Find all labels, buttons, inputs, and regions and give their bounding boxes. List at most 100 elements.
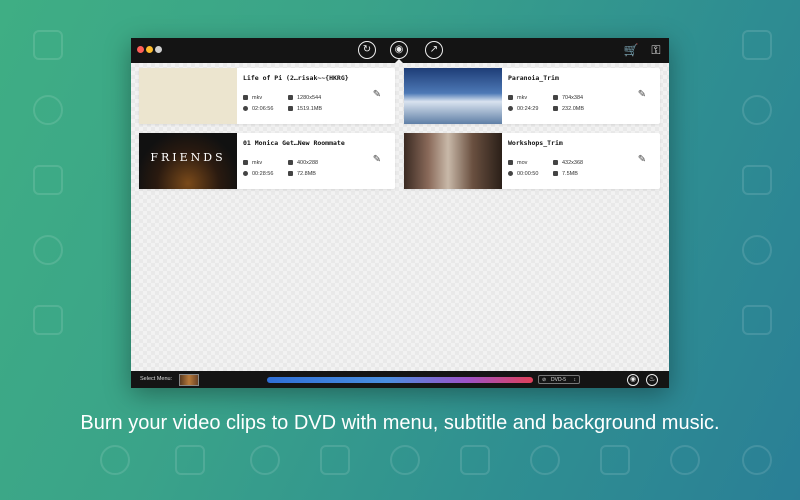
pencil-icon: ✎: [372, 89, 382, 100]
cart-button[interactable]: 🛒: [623, 43, 639, 57]
clip-list: Life of Pi (2…risak~~{HKRG} mkv 1280x544…: [131, 63, 669, 371]
clip-thumbnail: FRIENDS: [139, 133, 237, 189]
screen-icon: [553, 160, 558, 165]
menu-template-thumbnail[interactable]: [179, 374, 199, 386]
zoom-window-button[interactable]: [155, 46, 162, 53]
folder-icon: [175, 445, 205, 475]
burn-button[interactable]: ♨: [646, 374, 658, 386]
clip-card[interactable]: Life of Pi (2…risak~~{HKRG} mkv 1280x544…: [139, 68, 395, 124]
clip-format: mkv: [243, 160, 262, 166]
screen-icon: [288, 160, 293, 165]
clip-thumbnail: [139, 68, 237, 124]
clip-duration: 00:00:50: [508, 171, 538, 177]
flame-icon: ♨: [648, 376, 656, 383]
cart-icon: 🛒: [623, 43, 639, 57]
disc-icon: [33, 95, 63, 125]
clip-size: 1519.1MB: [288, 106, 322, 112]
folder-icon: [33, 30, 63, 60]
headphones-icon: [742, 445, 772, 475]
thumbnail-logo-text: FRIENDS: [150, 151, 226, 164]
screen-icon: [288, 95, 293, 100]
clip-card[interactable]: FRIENDS 01 Monica Get…New Roommate mkv 4…: [139, 133, 395, 189]
clip-title: 01 Monica Get…New Roommate: [243, 139, 345, 147]
register-button[interactable]: ⚿: [648, 43, 664, 57]
clip-format: mov: [508, 160, 527, 166]
download-icon: [288, 171, 293, 176]
clip-size: 7.5MB: [553, 171, 578, 177]
eye-icon: ◉: [629, 376, 637, 383]
clip-size: 232.0MB: [553, 106, 584, 112]
pencil-icon: ✎: [637, 89, 647, 100]
clip-duration: 02:06:56: [243, 106, 273, 112]
register-icon: ⚿: [651, 43, 661, 57]
edit-clip-button[interactable]: ✎: [371, 89, 383, 101]
microphone-icon: [742, 95, 772, 125]
film-icon: [508, 160, 513, 165]
clip-title: Workshops_Trim: [508, 139, 563, 147]
promo-caption: Burn your video clips to DVD with menu, …: [80, 412, 720, 434]
clip-resolution: 400x288: [288, 160, 318, 166]
monitor-icon: [600, 445, 630, 475]
clip-duration: 00:24:29: [508, 106, 538, 112]
disc-capacity-bar: [267, 377, 533, 383]
convert-icon: ↻: [362, 44, 372, 55]
edit-clip-button[interactable]: ✎: [636, 89, 648, 101]
clip-format: mkv: [243, 95, 262, 101]
app-window: ↻ ◉ ↗ 🛒 ⚿ Life of Pi (2…risak~~{HKRG} mk…: [131, 38, 669, 388]
edit-clip-button[interactable]: ✎: [636, 154, 648, 166]
film-icon: [33, 235, 63, 265]
music-note-icon: [742, 165, 772, 195]
edit-clip-button[interactable]: ✎: [371, 154, 383, 166]
guitar-icon: [742, 235, 772, 265]
clip-resolution: 432x368: [553, 160, 583, 166]
clip-thumbnail: [404, 68, 502, 124]
preview-button[interactable]: ◉: [627, 374, 639, 386]
clip-title: Life of Pi (2…risak~~{HKRG}: [243, 74, 349, 82]
clip-card[interactable]: Paranoia_Trim mkv 704x384 00:24:29 232.0…: [404, 68, 660, 124]
clock-icon: [243, 171, 248, 176]
download-icon: [288, 106, 293, 111]
film-icon: [243, 160, 248, 165]
close-window-button[interactable]: [137, 46, 144, 53]
clip-title: Paranoia_Trim: [508, 74, 559, 82]
clip-resolution: 1280x544: [288, 95, 321, 101]
burn-disc-icon: ◉: [394, 44, 404, 55]
screen-icon: [553, 95, 558, 100]
radio-icon: [742, 30, 772, 60]
disc-type-value: DVD-5: [551, 377, 567, 383]
disc-icon: [250, 445, 280, 475]
play-icon: [390, 445, 420, 475]
clip-card[interactable]: Workshops_Trim mov 432x368 00:00:50 7.5M…: [404, 133, 660, 189]
clip-size: 72.8MB: [288, 171, 316, 177]
clock-icon: [508, 106, 513, 111]
select-menu-label: Select Menu:: [140, 376, 173, 382]
pencil-icon: ✎: [372, 154, 382, 165]
stepper-arrows-icon: ↕: [573, 377, 577, 383]
convert-tab-button[interactable]: ↻: [358, 41, 376, 59]
headphones-icon: [530, 445, 560, 475]
export-tab-button[interactable]: ↗: [425, 41, 443, 59]
disc-type-select[interactable]: ⊘ DVD-5 ↕: [538, 375, 580, 384]
music-note-icon: [320, 445, 350, 475]
clip-format: mkv: [508, 95, 527, 101]
bottom-bar: Select Menu: ⊘ DVD-5 ↕ ◉ ♨: [131, 371, 669, 388]
guitar-icon: [670, 445, 700, 475]
camera-icon: [100, 445, 130, 475]
film-icon: [508, 95, 513, 100]
music-note-icon: [33, 165, 63, 195]
disc-icon: ⊘: [542, 377, 547, 383]
clock-icon: [243, 106, 248, 111]
clip-thumbnail: [404, 133, 502, 189]
monitor-icon: [33, 305, 63, 335]
film-icon: [460, 445, 490, 475]
download-icon: [553, 171, 558, 176]
minimize-window-button[interactable]: [146, 46, 153, 53]
export-icon: ↗: [429, 44, 439, 55]
burn-tab-button[interactable]: ◉: [390, 41, 408, 59]
title-bar: ↻ ◉ ↗ 🛒 ⚿: [131, 38, 669, 63]
monitor-icon: [742, 305, 772, 335]
pencil-icon: ✎: [637, 154, 647, 165]
film-icon: [243, 95, 248, 100]
download-icon: [553, 106, 558, 111]
clip-duration: 00:28:56: [243, 171, 273, 177]
